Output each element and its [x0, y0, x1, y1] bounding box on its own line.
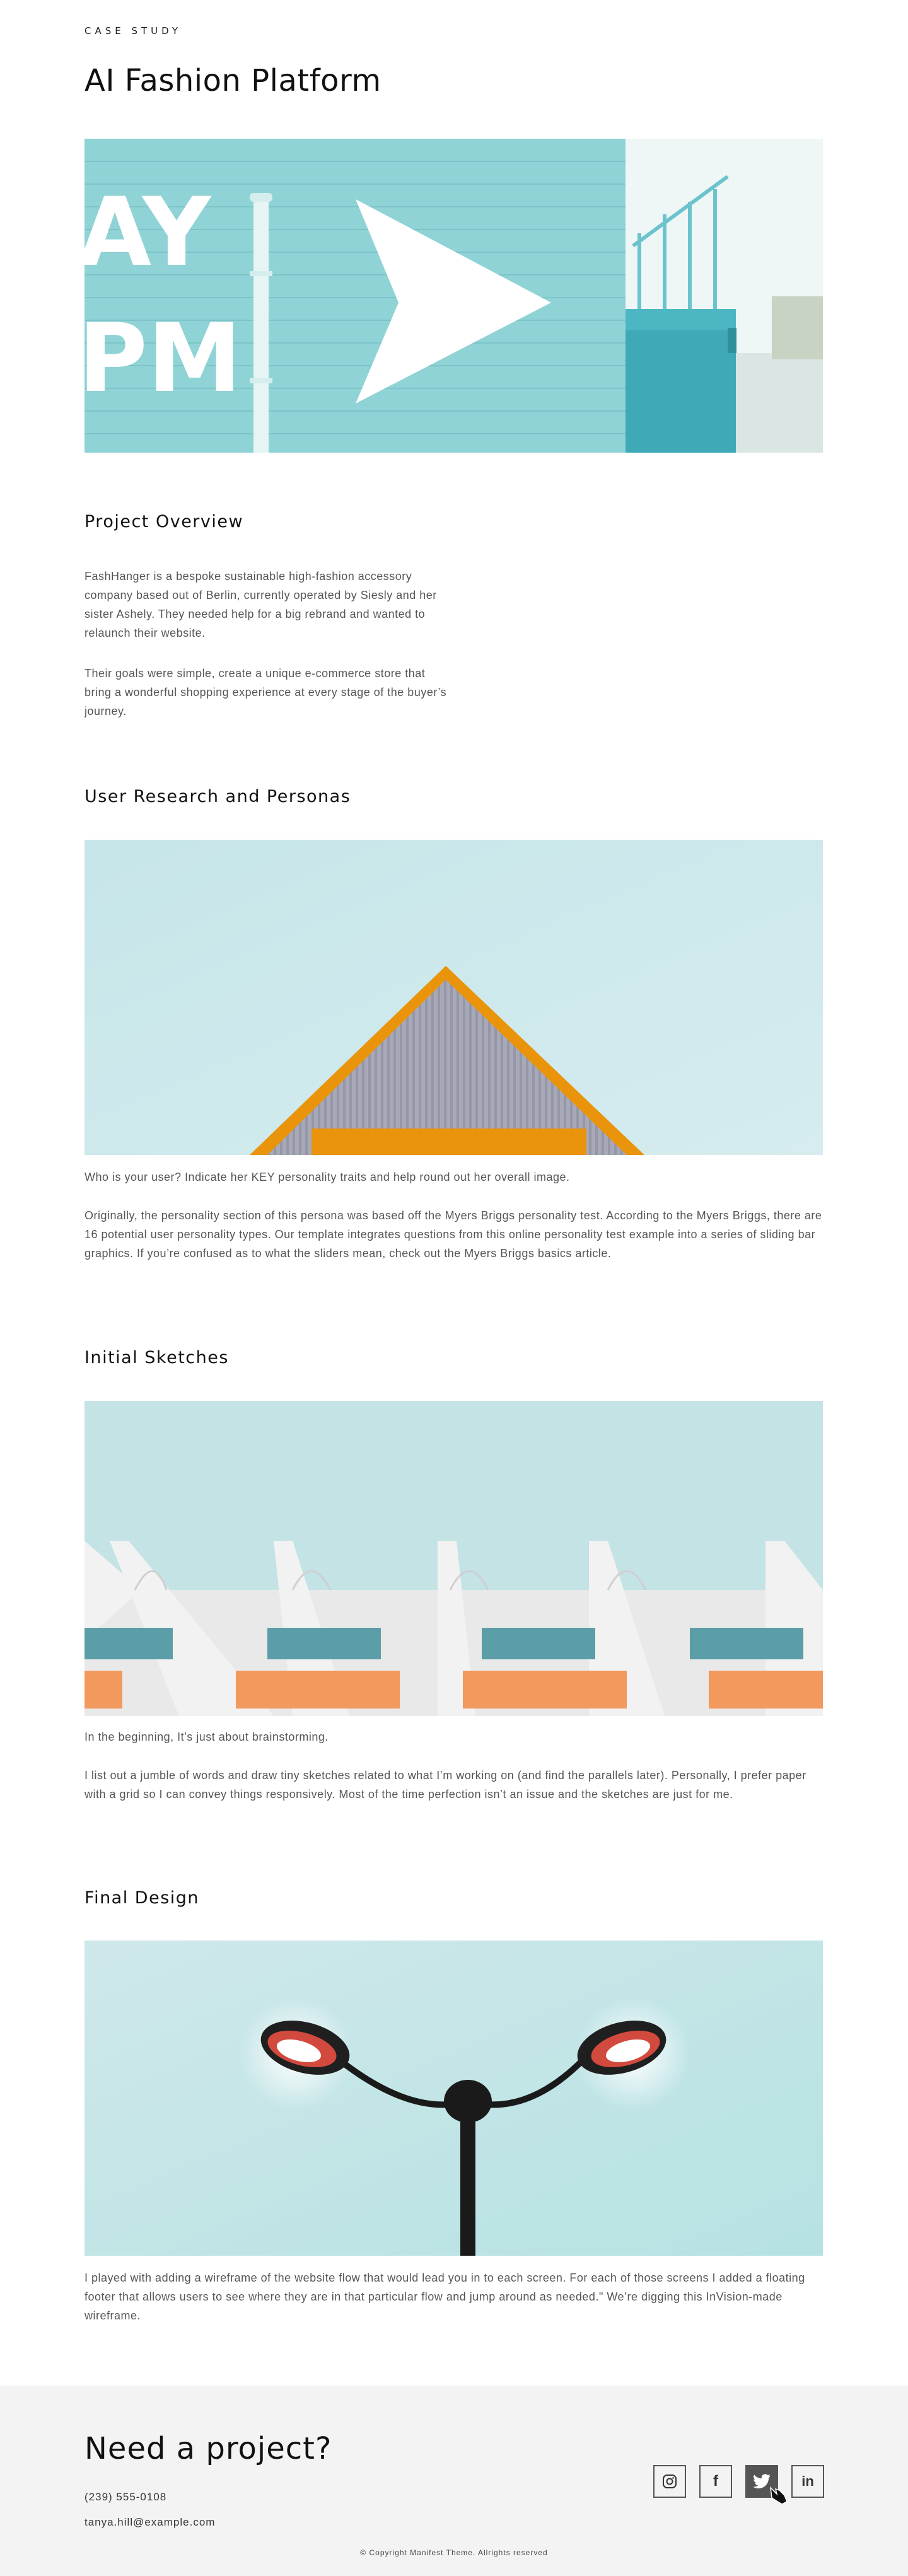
overview-paragraph-1: FashHanger is a bespoke sustainable high… — [84, 570, 437, 639]
linkedin-icon: in — [801, 2473, 814, 2489]
page-title: AI Fashion Platform — [84, 63, 381, 98]
final-paragraph: I played with adding a wireframe of the … — [84, 2271, 805, 2322]
research-image — [84, 840, 823, 1155]
hand-cursor-icon — [769, 2486, 788, 2505]
linkedin-button[interactable]: in — [791, 2465, 824, 2498]
hero-image: AY PM — [84, 139, 823, 453]
footer-phone-link[interactable]: (239) 555-0108 — [84, 2491, 166, 2503]
sketches-caption: In the beginning, It’s just about brains… — [84, 1731, 329, 1743]
footer-email-link[interactable]: tanya.hill@example.com — [84, 2516, 215, 2529]
sketches-image — [84, 1401, 823, 1716]
section-title-research: User Research and Personas — [84, 787, 351, 806]
section-title-final: Final Design — [84, 1888, 200, 1908]
research-caption: Who is your user? Indicate her KEY perso… — [84, 1171, 570, 1183]
section-title-overview: Project Overview — [84, 512, 244, 531]
sketches-paragraph: I list out a jumble of words and draw ti… — [84, 1769, 806, 1801]
hero-sign-text-2: PM — [84, 304, 242, 414]
copyright-text: © Copyright Manifest Theme. Allrights re… — [360, 2548, 548, 2557]
instagram-button[interactable] — [653, 2465, 686, 2498]
research-paragraph: Originally, the personality section of t… — [84, 1209, 822, 1260]
instagram-icon — [663, 2474, 677, 2488]
eyebrow-label: CASE STUDY — [84, 25, 182, 37]
footer-title: Need a project? — [84, 2431, 332, 2466]
facebook-button[interactable]: f — [699, 2465, 732, 2498]
footer: Need a project? (239) 555-0108 tanya.hil… — [0, 2386, 908, 2576]
overview-paragraph-2: Their goals were simple, create a unique… — [84, 667, 447, 717]
final-image — [84, 1941, 823, 2256]
section-title-sketches: Initial Sketches — [84, 1348, 229, 1367]
case-study-page: CASE STUDY AI Fashion Platform AY PM Pro… — [0, 0, 908, 2576]
hero-sign-text-1: AY — [84, 178, 212, 287]
facebook-icon: f — [713, 2473, 718, 2490]
